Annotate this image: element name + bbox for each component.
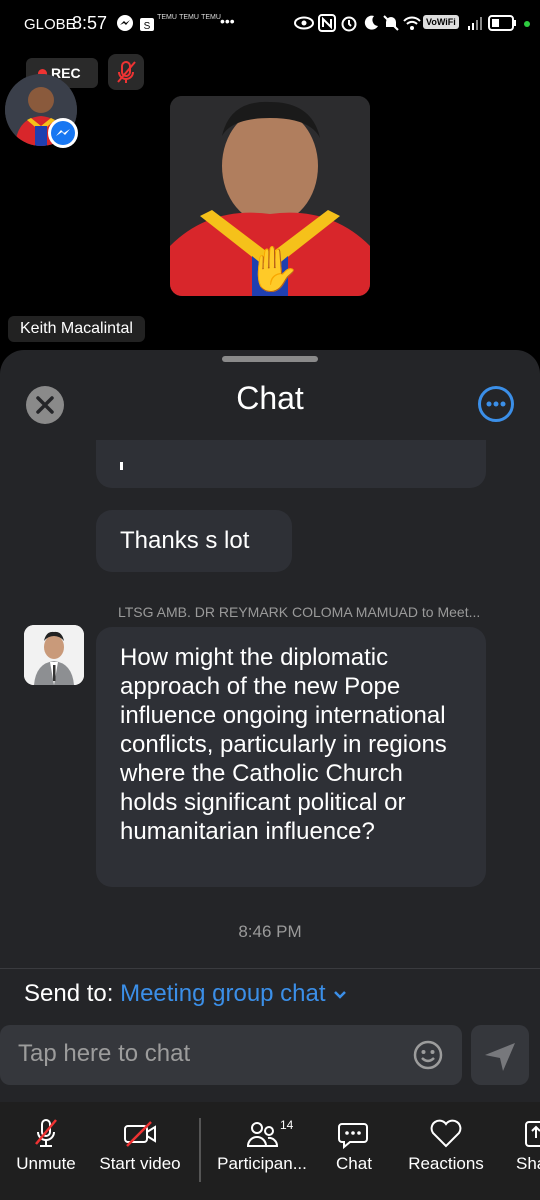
reactions-label: Reactions <box>408 1154 484 1173</box>
messenger-icon <box>48 118 78 148</box>
more-dots-icon <box>486 401 506 407</box>
participant-name-label: Keith Macalintal <box>8 316 145 342</box>
chat-input-placeholder[interactable]: Tap here to chat <box>18 1040 190 1068</box>
chat-bubble-icon <box>338 1123 368 1150</box>
chat-more-button[interactable] <box>478 386 514 422</box>
mic-off-icon <box>117 61 136 83</box>
muted-mic-button[interactable] <box>108 54 144 90</box>
wifi-icon <box>402 14 421 32</box>
status-bar: GLOBE 8:57 S TEMU TEMU TEMU ••• VoWiFi <box>0 0 540 52</box>
messenger-notification-icon <box>116 14 134 32</box>
more-notifications-icon: ••• <box>220 13 235 29</box>
send-to-target[interactable]: Meeting group chat <box>120 980 325 1007</box>
toolbar-separator <box>199 1118 201 1182</box>
chat-message[interactable]: Thanks s lot <box>96 510 292 572</box>
previous-message-bubble[interactable] <box>96 440 486 488</box>
mic-off-icon <box>35 1119 57 1147</box>
participants-count-badge: 14 <box>280 1118 294 1132</box>
chat-message[interactable]: How might the diplomatic approach of the… <box>96 627 486 887</box>
truncated-text-mark <box>120 462 123 470</box>
carrier-label: GLOBE <box>24 16 76 33</box>
signal-icon <box>466 14 484 32</box>
start-video-label: Start video <box>99 1154 181 1173</box>
heart-icon <box>430 1119 462 1148</box>
share-icon <box>525 1121 540 1147</box>
chat-label: Chat <box>336 1154 372 1173</box>
emoji-icon[interactable] <box>412 1039 444 1071</box>
message-timestamp: 8:46 PM <box>238 922 302 941</box>
bell-muted-icon <box>382 14 400 32</box>
alarm-icon <box>340 14 358 32</box>
sender-avatar[interactable] <box>24 625 84 685</box>
chevron-down-icon <box>334 990 347 999</box>
nfc-icon <box>318 14 336 32</box>
camera-in-use-dot <box>524 21 530 27</box>
chat-title: Chat <box>236 380 304 416</box>
temu-notification-icon: TEMU <box>179 14 199 21</box>
temu-notification-icon: TEMU <box>201 14 221 21</box>
send-button[interactable] <box>471 1025 529 1085</box>
message-sender: LTSG AMB. DR REYMARK COLOMA MAMUAD to Me… <box>118 604 481 620</box>
shop-notification-icon: S <box>138 14 156 32</box>
battery-icon <box>488 14 518 32</box>
svg-text:S: S <box>144 21 151 32</box>
participants-label: Participan... <box>217 1154 307 1173</box>
participant-video[interactable]: ✋ <box>170 96 370 296</box>
raised-hand-icon: ✋ <box>246 245 301 294</box>
share-label: Sha <box>516 1154 540 1173</box>
dnd-moon-icon <box>362 14 380 32</box>
vowifi-badge: VoWiFi <box>423 15 459 29</box>
temu-notification-icon: TEMU <box>157 14 177 21</box>
clock: 8:57 <box>72 13 108 33</box>
eye-icon <box>294 14 314 32</box>
drag-handle[interactable] <box>222 356 318 362</box>
send-to-row[interactable]: Send to: Meeting group chat <box>24 980 348 1008</box>
unmute-label: Unmute <box>16 1154 76 1173</box>
send-icon <box>485 1043 515 1071</box>
video-off-icon <box>124 1121 156 1147</box>
participants-icon <box>246 1122 279 1147</box>
send-to-label: Send to: <box>24 980 114 1007</box>
divider <box>0 968 540 969</box>
share-button[interactable]: Sha <box>506 1108 540 1200</box>
